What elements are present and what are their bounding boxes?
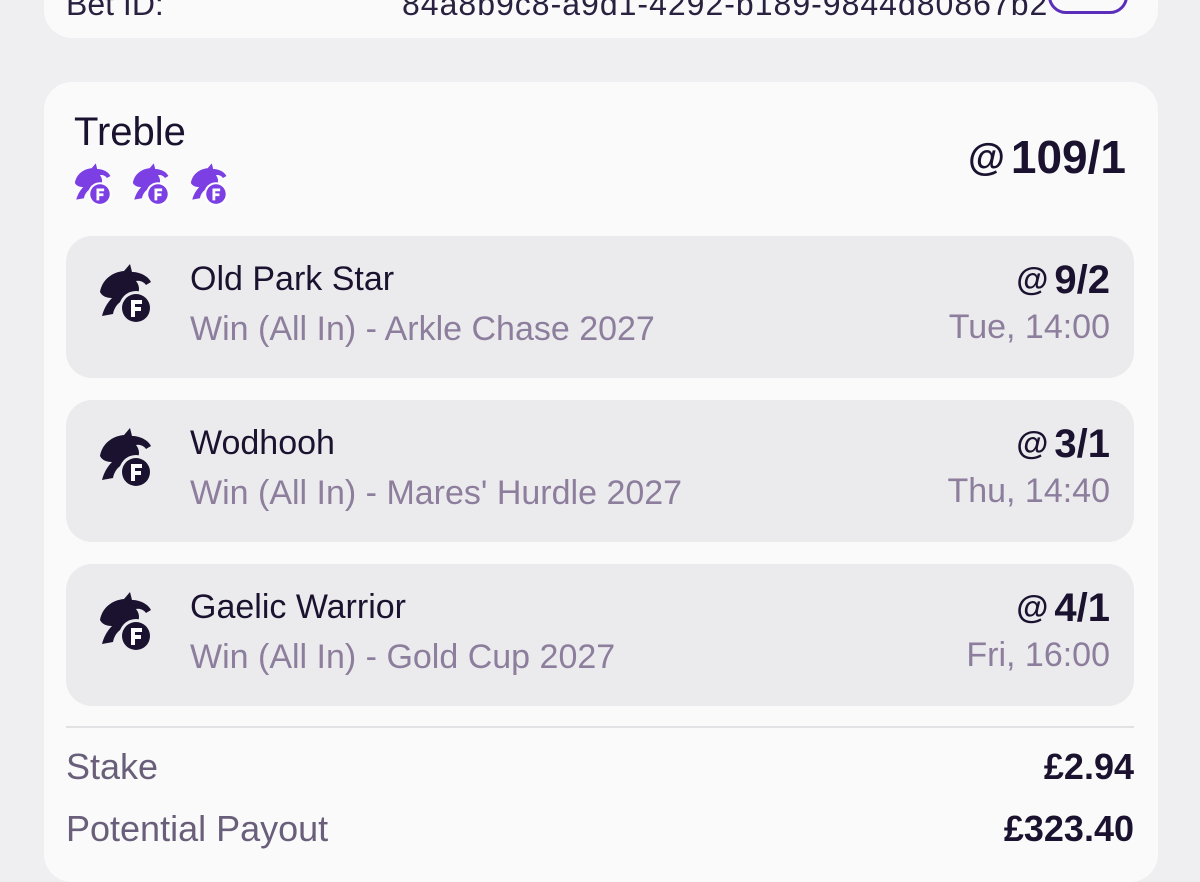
leg-card[interactable]: Old Park Star Win (All In) - Arkle Chase… <box>66 236 1134 378</box>
leg-card[interactable]: Gaelic Warrior Win (All In) - Gold Cup 2… <box>66 564 1134 706</box>
leg-market: Win (All In) - Gold Cup 2027 <box>190 638 616 676</box>
leg-odds-at: @ <box>1016 260 1049 297</box>
leg-odds-value: 3/1 <box>1054 422 1110 466</box>
leg-odds: @4/1 <box>1016 586 1110 631</box>
leg-odds-at: @ <box>1016 424 1049 461</box>
total-odds-value: 109/1 <box>1010 131 1126 183</box>
leg-race-time: Thu, 14:40 <box>947 472 1110 510</box>
leg-odds: @9/2 <box>1016 258 1110 303</box>
leg-market: Win (All In) - Arkle Chase 2027 <box>190 310 655 348</box>
horse-f-icon <box>74 163 112 206</box>
leg-selection-name: Old Park Star <box>190 260 395 298</box>
leg-odds-value: 4/1 <box>1054 586 1110 630</box>
leg-odds: @3/1 <box>1016 422 1110 467</box>
total-odds: @109/1 <box>968 130 1126 184</box>
total-odds-at: @ <box>968 136 1005 178</box>
stake-value: £2.94 <box>1043 746 1134 787</box>
horse-f-icon <box>190 163 228 206</box>
potential-payout-value: £323.40 <box>1003 808 1134 849</box>
leg-race-time: Fri, 16:00 <box>966 636 1110 674</box>
copy-bet-id-button[interactable] <box>1048 0 1128 14</box>
leg-race-time: Tue, 14:00 <box>948 308 1110 346</box>
horse-f-icon <box>100 428 153 489</box>
horse-f-icon <box>100 592 153 653</box>
leg-odds-at: @ <box>1016 588 1049 625</box>
leg-card[interactable]: Wodhooh Win (All In) - Mares' Hurdle 202… <box>66 400 1134 542</box>
bet-id-value: 84a8b9c8-a9d1-4292-b189-9844d80867b2 <box>402 0 1049 22</box>
bet-type-title: Treble <box>74 110 186 154</box>
summary-divider <box>66 726 1134 728</box>
bet-id-label: Bet ID: <box>66 0 164 22</box>
horse-f-icon <box>132 163 170 206</box>
horse-f-icon <box>100 264 153 325</box>
potential-payout-label: Potential Payout <box>66 808 329 849</box>
leg-market: Win (All In) - Mares' Hurdle 2027 <box>190 474 683 512</box>
leg-odds-value: 9/2 <box>1054 258 1110 302</box>
leg-selection-name: Wodhooh <box>190 424 335 462</box>
leg-selection-name: Gaelic Warrior <box>190 588 406 626</box>
stake-label: Stake <box>66 746 159 787</box>
leg-icons-row <box>70 162 232 208</box>
